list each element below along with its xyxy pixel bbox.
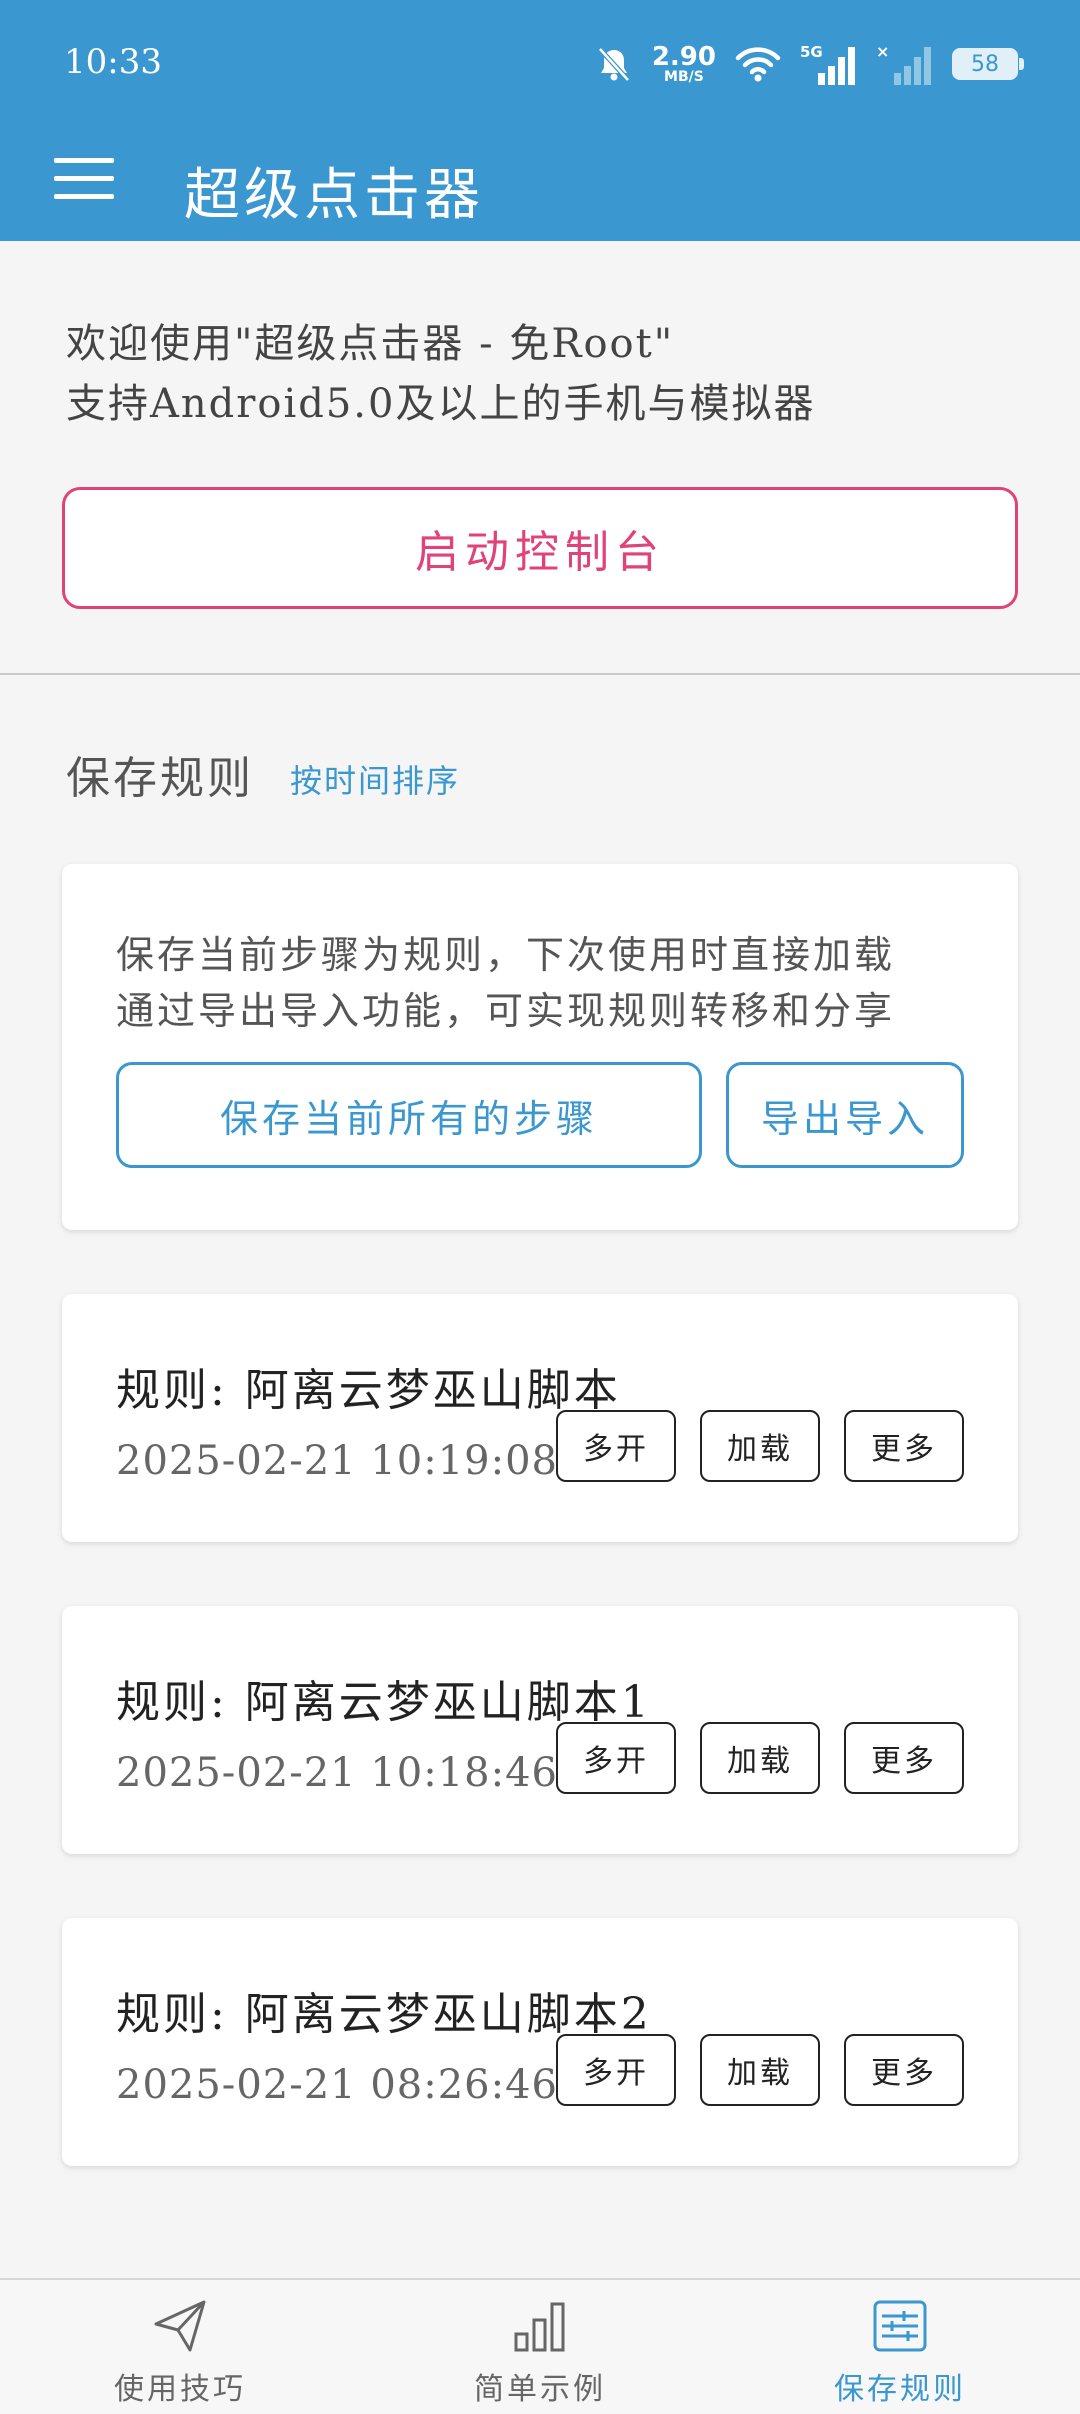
network-speed: 2.90 MB/S [651, 42, 716, 85]
save-info-card: 保存当前步骤为规则，下次使用时直接加载 通过导出导入功能，可实现规则转移和分享 … [62, 864, 1018, 1230]
bar-chart-icon [514, 2302, 565, 2352]
launch-console-button[interactable]: 启动控制台 [62, 487, 1018, 609]
rule-title: 规则: 阿离云梦巫山脚本 [116, 1365, 621, 1416]
more-button[interactable]: 更多 [844, 1722, 964, 1794]
rule-date: 2025-02-21 08:26:46 [116, 2062, 558, 2108]
svg-text:×: × [876, 43, 889, 61]
toolbar: 超级点击器 [0, 128, 1080, 241]
signal-no-service-icon: × [876, 43, 931, 85]
status-icons: 2.90 MB/S 5G × 58 [594, 36, 1024, 92]
multi-open-button[interactable]: 多开 [556, 2034, 676, 2106]
save-all-steps-button[interactable]: 保存当前所有的步骤 [116, 1062, 702, 1168]
rule-date: 2025-02-21 10:18:46 [116, 1750, 558, 1796]
welcome-text: 欢迎使用"超级点击器 - 免Root" [66, 321, 675, 367]
info-text: 保存当前步骤为规则，下次使用时直接加载 [116, 933, 896, 977]
mute-bell-icon [597, 47, 630, 82]
wifi-icon [735, 47, 781, 82]
svg-text:5G: 5G [800, 43, 823, 61]
sliders-icon [873, 2300, 927, 2352]
signal-5g-icon: 5G [800, 43, 855, 85]
load-button[interactable]: 加载 [700, 1722, 820, 1794]
intro-section: 欢迎使用"超级点击器 - 免Root" 支持Android5.0及以上的手机与模… [0, 241, 1080, 673]
app-title: 超级点击器 [184, 163, 484, 228]
more-button[interactable]: 更多 [844, 1410, 964, 1482]
nav-tab-label: 使用技巧 [114, 2372, 246, 2407]
menu-icon[interactable] [54, 158, 114, 204]
info-text: 通过导出导入功能，可实现规则转移和分享 [116, 989, 896, 1033]
load-button[interactable]: 加载 [700, 2034, 820, 2106]
support-text: 支持Android5.0及以上的手机与模拟器 [66, 381, 816, 427]
section-divider [0, 673, 1080, 675]
app-header: 10:33 2.90 MB/S 5G × 58 超级点击器 [0, 0, 1080, 241]
battery-icon: 58 [952, 48, 1024, 80]
nav-tab-saved-rules[interactable]: 保存规则 [720, 2280, 1080, 2414]
rule-card: 规则: 阿离云梦巫山脚本 2025-02-21 10:19:08 多开 加载 更… [62, 1294, 1018, 1542]
paper-plane-icon [154, 2300, 206, 2352]
load-button[interactable]: 加载 [700, 1410, 820, 1482]
rule-date: 2025-02-21 10:19:08 [116, 1438, 558, 1484]
sort-by-time-link[interactable]: 按时间排序 [290, 756, 460, 802]
status-bar: 10:33 2.90 MB/S 5G × 58 [0, 0, 1080, 128]
section-title: 保存规则 [66, 753, 254, 804]
rule-card: 规则: 阿离云梦巫山脚本2 2025-02-21 08:26:46 多开 加载 … [62, 1918, 1018, 2166]
rule-title: 规则: 阿离云梦巫山脚本1 [116, 1677, 652, 1728]
multi-open-button[interactable]: 多开 [556, 1410, 676, 1482]
nav-tab-examples[interactable]: 简单示例 [360, 2280, 720, 2414]
rule-card: 规则: 阿离云梦巫山脚本1 2025-02-21 10:18:46 多开 加载 … [62, 1606, 1018, 1854]
bottom-nav: 使用技巧 简单示例 保存规则 [0, 2278, 1080, 2414]
nav-tab-label: 简单示例 [474, 2372, 606, 2407]
export-import-button[interactable]: 导出导入 [726, 1062, 964, 1168]
more-button[interactable]: 更多 [844, 2034, 964, 2106]
multi-open-button[interactable]: 多开 [556, 1722, 676, 1794]
rule-title: 规则: 阿离云梦巫山脚本2 [116, 1989, 652, 2040]
nav-tab-tips[interactable]: 使用技巧 [0, 2280, 360, 2414]
nav-tab-label: 保存规则 [834, 2372, 966, 2407]
status-time: 10:33 [64, 42, 162, 82]
